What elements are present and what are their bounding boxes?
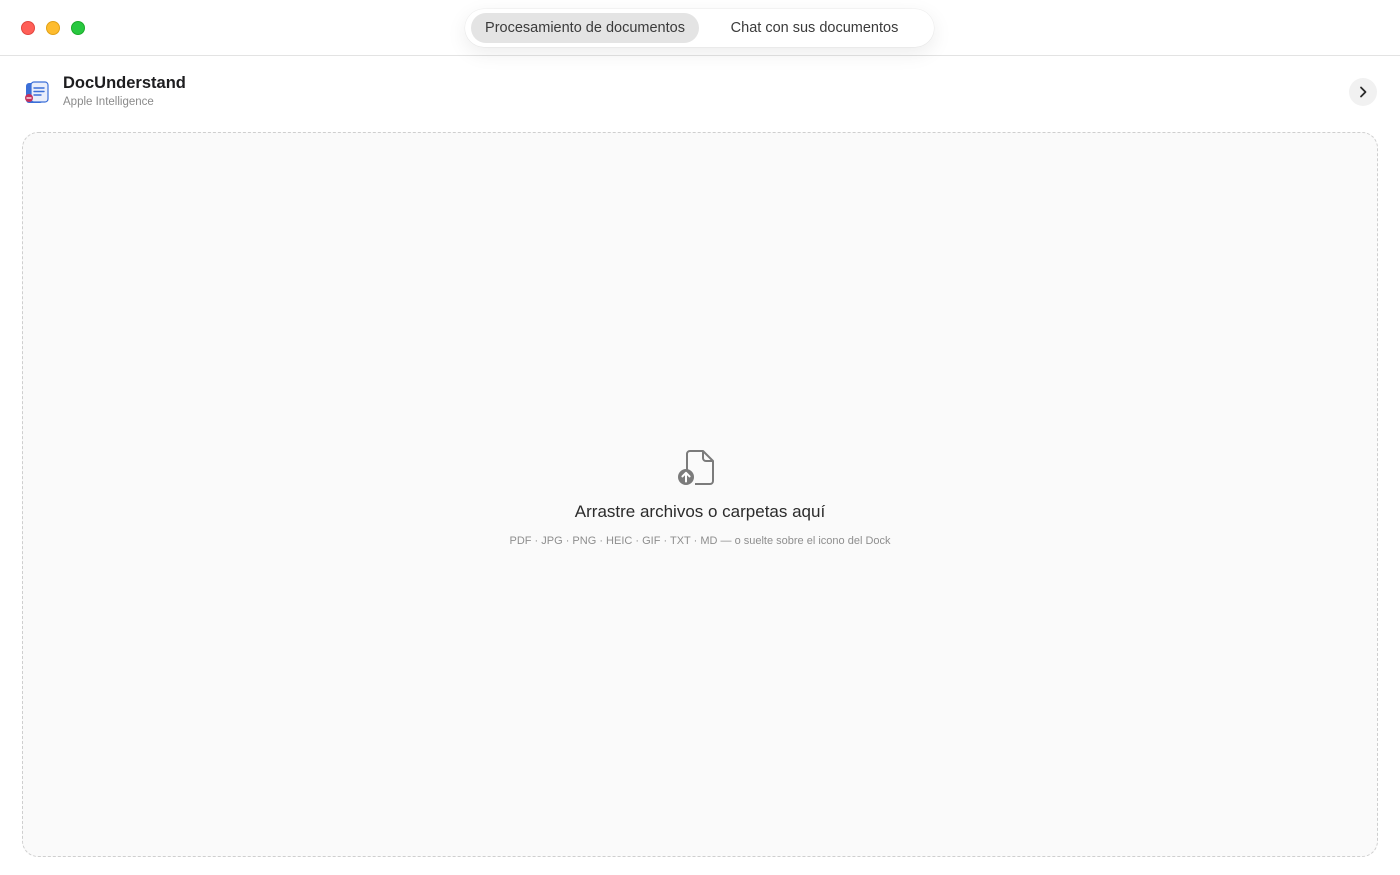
app-header: DocUnderstand Apple Intelligence <box>0 57 1400 127</box>
chevron-right-icon <box>1360 86 1367 98</box>
drop-zone-title: Arrastre archivos o carpetas aquí <box>574 502 826 521</box>
tab-chat-documents[interactable]: Chat con sus documentos <box>707 13 922 43</box>
app-subtitle: Apple Intelligence <box>63 96 154 108</box>
document-upload-icon <box>678 450 714 485</box>
expand-panel-button[interactable] <box>1349 78 1377 106</box>
drop-zone-hint: PDF · JPG · PNG · HEIC · GIF · TXT · MD … <box>509 535 891 547</box>
mode-segmented-control: Procesamiento de documentos Chat con sus… <box>465 9 934 47</box>
title-bar: Procesamiento de documentos Chat con sus… <box>0 0 1400 56</box>
minimize-window-button[interactable] <box>46 21 60 35</box>
app-window: Procesamiento de documentos Chat con sus… <box>0 0 1400 875</box>
tab-document-processing[interactable]: Procesamiento de documentos <box>471 13 699 43</box>
close-window-button[interactable] <box>21 21 35 35</box>
file-drop-zone[interactable] <box>22 132 1378 857</box>
maximize-window-button[interactable] <box>71 21 85 35</box>
app-logo-icon <box>25 81 49 103</box>
app-title: DocUnderstand <box>63 74 186 92</box>
